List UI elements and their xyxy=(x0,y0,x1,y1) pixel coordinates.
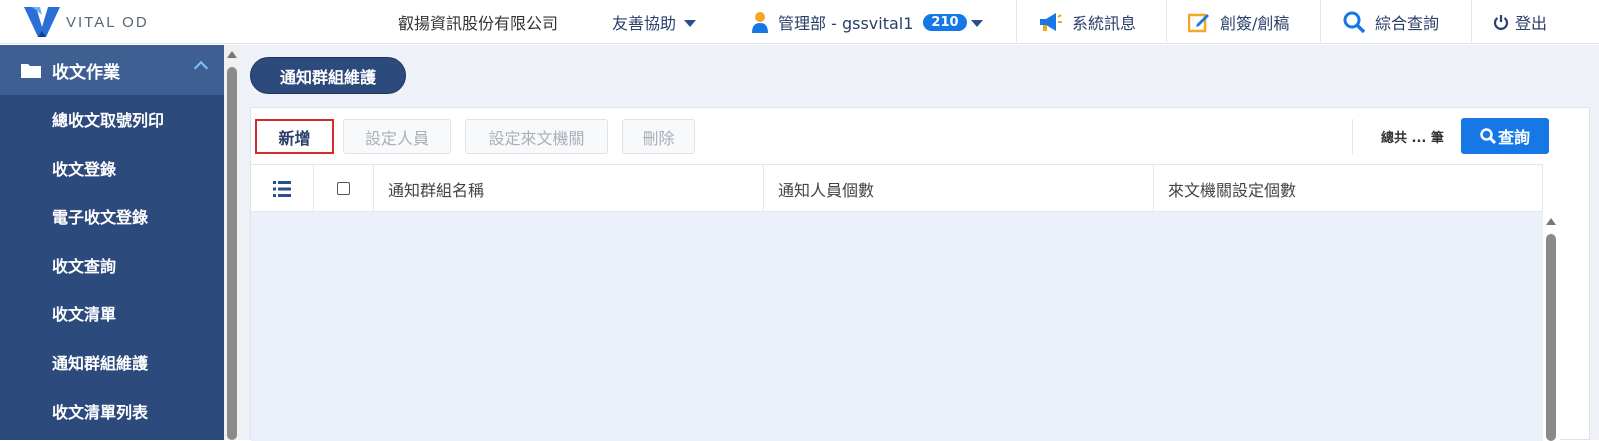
megaphone-icon xyxy=(1038,12,1062,32)
folder-icon xyxy=(21,64,41,78)
brand-logo[interactable]: VITAL OD xyxy=(22,5,149,39)
company-name: 叡揚資訊股份有限公司 xyxy=(398,14,559,33)
total-count: 總共 ... 筆 xyxy=(1381,131,1444,146)
top-header: VITAL OD 叡揚資訊股份有限公司 友善協助 管理部 - gssvital1… xyxy=(0,0,1599,44)
sidebar-scrollbar[interactable] xyxy=(224,45,241,440)
draft-label: 創簽/創稿 xyxy=(1220,14,1290,33)
accessibility-label: 友善協助 xyxy=(612,14,677,33)
search-icon xyxy=(1480,128,1496,144)
select-all-cell xyxy=(314,165,374,212)
delete-button[interactable]: 刪除 xyxy=(622,119,695,154)
power-icon xyxy=(1493,14,1509,30)
list-icon xyxy=(273,180,291,197)
sidebar-item-receipt-list-table[interactable]: 收文清單列表 xyxy=(52,399,148,423)
table-body xyxy=(251,212,1543,441)
system-messages-label: 系統訊息 xyxy=(1072,14,1137,33)
column-label: 來文機關設定個數 xyxy=(1168,180,1297,200)
set-members-button[interactable]: 設定人員 xyxy=(343,119,451,154)
scrollbar-thumb[interactable] xyxy=(227,67,237,440)
system-messages-link[interactable]: 系統訊息 xyxy=(1038,0,1136,44)
divider xyxy=(1320,0,1321,44)
notification-badge: 210 xyxy=(923,13,967,31)
search-icon xyxy=(1343,11,1365,33)
column-settings-cell[interactable] xyxy=(251,165,314,212)
main-content: 通知群組維護 新增 設定人員 設定來文機關 刪除 總共 ... 筆 查詢 通知群… xyxy=(241,45,1599,441)
column-label: 通知群組名稱 xyxy=(388,180,485,200)
user-menu[interactable]: 管理部 - gssvital1 210 xyxy=(752,0,983,44)
accessibility-menu[interactable]: 友善協助 xyxy=(612,0,697,44)
logout-link[interactable]: 登出 xyxy=(1493,0,1547,44)
scrollbar-thumb[interactable] xyxy=(1546,234,1556,441)
chevron-down-icon xyxy=(970,19,983,27)
sidebar-section-label: 收文作業 xyxy=(52,62,120,83)
column-header-member-count[interactable]: 通知人員個數 xyxy=(764,165,1154,212)
sidebar-item-receipt-number-print[interactable]: 總收文取號列印 xyxy=(52,107,164,131)
user-icon xyxy=(752,11,768,33)
sidebar-item-notification-group[interactable]: 通知群組維護 xyxy=(52,350,148,374)
divider xyxy=(1166,0,1167,44)
edit-icon xyxy=(1188,11,1210,33)
global-search-link[interactable]: 綜合查詢 xyxy=(1343,0,1439,44)
select-all-checkbox[interactable] xyxy=(337,182,350,195)
sidebar-item-receipt-query[interactable]: 收文查詢 xyxy=(52,253,116,277)
chevron-down-icon xyxy=(684,19,697,27)
column-header-agency-count[interactable]: 來文機關設定個數 xyxy=(1154,165,1543,212)
sidebar: 收文作業 總收文取號列印 收文登錄 電子收文登錄 收文查詢 收文清單 通知群組維… xyxy=(0,45,224,440)
chevron-up-icon xyxy=(193,60,209,76)
sidebar-item-electronic-receipt-register[interactable]: 電子收文登錄 xyxy=(52,204,148,228)
global-search-label: 綜合查詢 xyxy=(1375,14,1440,33)
divider xyxy=(1016,0,1017,44)
vital-logo-icon xyxy=(24,7,60,37)
scroll-up-icon[interactable] xyxy=(1546,218,1556,225)
sidebar-section-receive[interactable]: 收文作業 xyxy=(0,45,224,95)
scroll-up-icon[interactable] xyxy=(227,51,237,58)
logout-label: 登出 xyxy=(1515,14,1548,33)
query-button[interactable]: 查詢 xyxy=(1461,118,1549,154)
divider xyxy=(1471,0,1472,44)
add-button[interactable]: 新增 xyxy=(255,119,334,154)
table-scrollbar[interactable] xyxy=(1543,212,1560,441)
table-header: 通知群組名稱 通知人員個數 來文機關設定個數 xyxy=(251,164,1543,212)
divider xyxy=(1352,119,1353,155)
user-label: 管理部 - gssvital1 xyxy=(778,14,914,33)
group-panel: 新增 設定人員 設定來文機關 刪除 總共 ... 筆 查詢 通知群組名稱 通知人… xyxy=(250,107,1590,441)
column-label: 通知人員個數 xyxy=(778,180,875,200)
set-agencies-button[interactable]: 設定來文機關 xyxy=(465,119,608,154)
column-header-group-name[interactable]: 通知群組名稱 xyxy=(374,165,764,212)
brand-name: VITAL OD xyxy=(66,13,149,31)
sidebar-item-receipt-register[interactable]: 收文登錄 xyxy=(52,156,116,180)
draft-link[interactable]: 創簽/創稿 xyxy=(1188,0,1289,44)
query-label: 查詢 xyxy=(1497,128,1530,147)
page-title: 通知群組維護 xyxy=(250,57,406,94)
sidebar-item-receipt-list[interactable]: 收文清單 xyxy=(52,301,116,325)
